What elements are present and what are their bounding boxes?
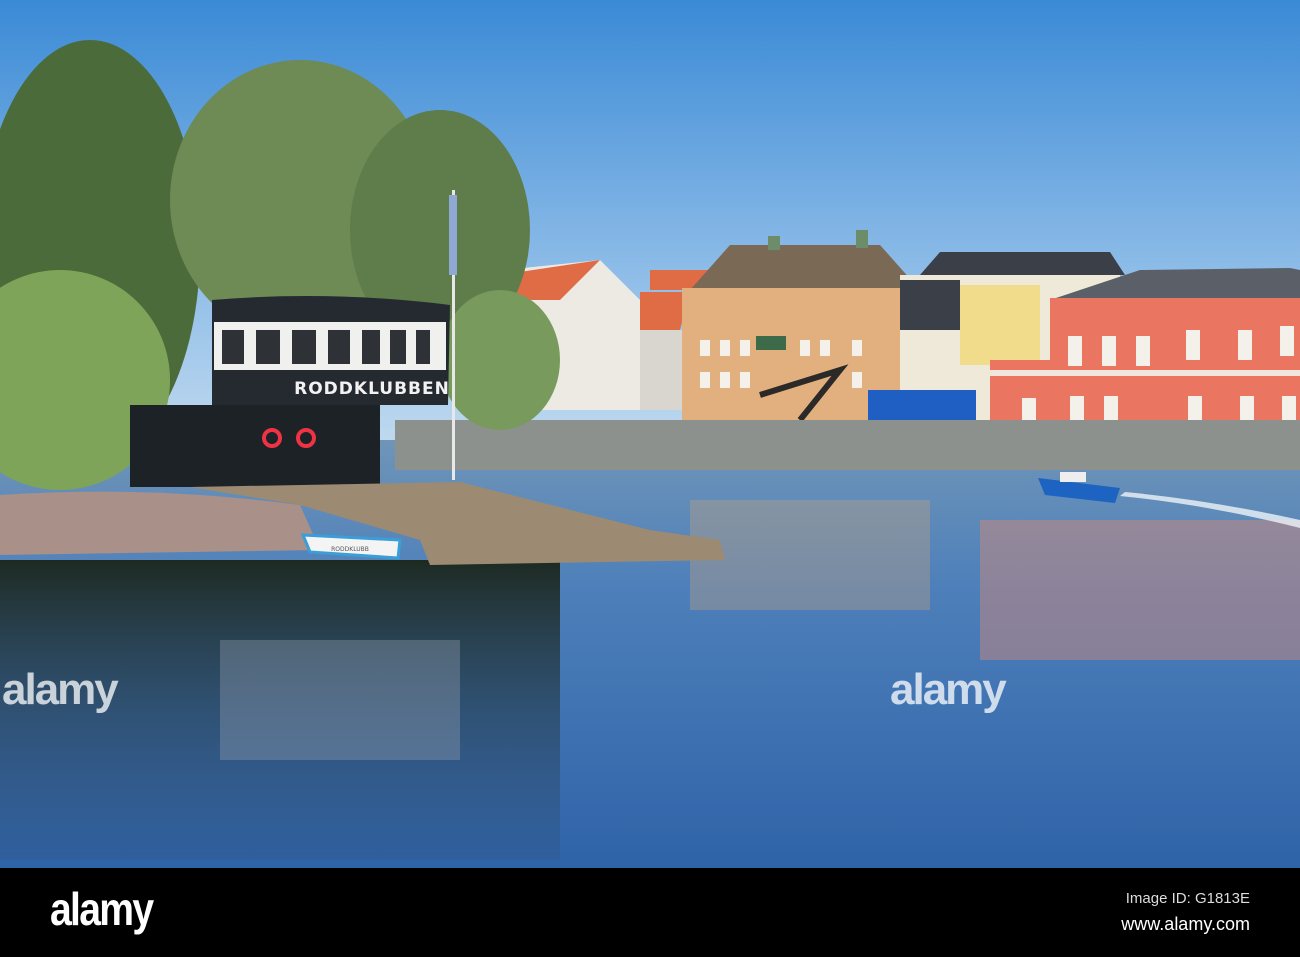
alamy-logo: alamy [50,883,154,935]
flag [449,195,457,275]
quay-wall [395,420,1300,470]
stock-photo: RODDKLUBBEN RODDKLUBB alamy alamy alamy … [0,0,1300,957]
boathouse-sign: RODDKLUBBEN [294,379,450,399]
watermark: alamy [2,665,119,714]
watermark: alamy [890,665,1007,714]
website-link[interactable]: www.alamy.com [1121,914,1250,935]
boathouse-reflection [220,640,460,760]
yellow-building-reflection [690,500,930,610]
river-scene-photo: RODDKLUBBEN RODDKLUBB [0,0,1300,868]
rowboat-text: RODDKLUBB [331,546,369,553]
footer-bar: alamy Image ID: G1813E www.alamy.com [0,868,1300,957]
blue-container [868,390,976,422]
image-id: Image ID: G1813E [1125,890,1250,907]
red-building-reflection [980,520,1300,660]
